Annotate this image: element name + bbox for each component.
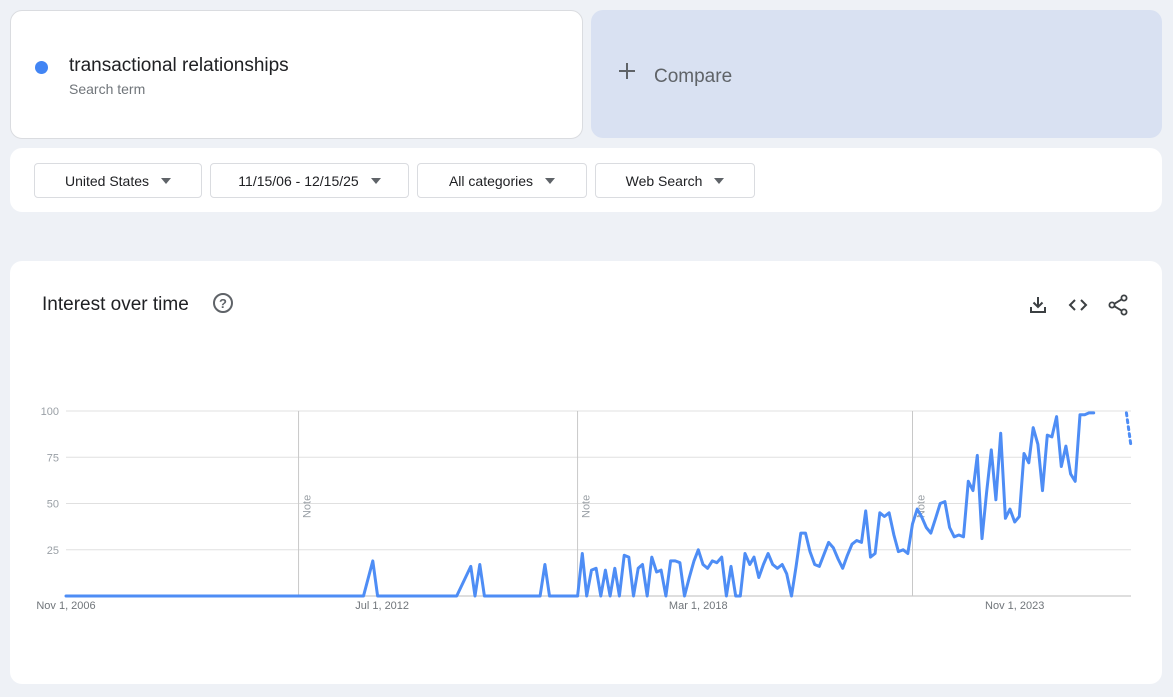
category-filter-label: All categories [448,172,534,189]
note-label: Note [302,495,314,518]
term-color-dot [35,61,48,74]
filter-bar: United States 11/15/06 - 12/15/25 All ca… [10,148,1162,212]
caret-down-icon [714,177,725,184]
compare-label: Compare [654,66,733,87]
series-partial-line [1124,411,1133,448]
search-type-filter-label: Web Search [625,172,703,189]
compare-button[interactable]: Compare [591,10,1162,138]
x-tick-label: Jul 1, 2012 [355,600,409,612]
region-filter-dropdown[interactable]: United States [34,163,202,198]
note-label: Note [581,495,593,518]
y-tick-label: 75 [47,452,59,464]
search-term-label: Search term [69,81,146,97]
y-tick-label: 100 [41,406,59,418]
time-range-filter-dropdown[interactable]: 11/15/06 - 12/15/25 [210,163,409,198]
y-tick-label: 25 [47,545,59,557]
region-filter-label: United States [64,172,150,189]
time-range-filter-label: 11/15/06 - 12/15/25 [238,172,359,189]
caret-down-icon [370,177,381,184]
interest-over-time-chart: 100755025Note Note NoteNov 1, 2006 Jul 1, 2… [36,406,1133,612]
x-tick-label: Mar 1, 2018 [669,600,728,612]
caret-down-icon [161,177,172,184]
y-tick-label: 50 [47,499,59,511]
plus-icon [617,61,637,81]
search-term-name: transactional relationships [69,55,289,76]
x-tick-label: Nov 1, 2023 [985,600,1044,612]
search-term-card[interactable]: transactional relationships Search term [10,10,583,139]
category-filter-dropdown[interactable]: All categories [417,163,587,198]
x-tick-label: Nov 1, 2006 [36,600,95,612]
caret-down-icon [545,177,556,184]
search-type-filter-dropdown[interactable]: Web Search [595,163,755,198]
